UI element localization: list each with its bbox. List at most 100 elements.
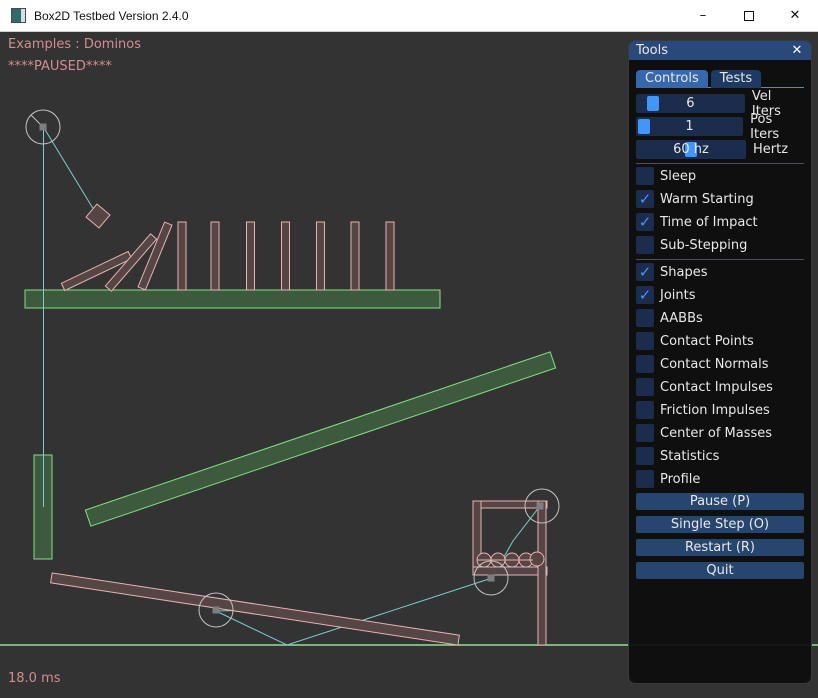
checkbox-contact-impulses[interactable]: ✓ Contact Impulses xyxy=(636,378,804,396)
tools-panel-title: Tools xyxy=(636,42,789,60)
pos-iters-slider: 1 Pos Iters xyxy=(636,117,804,136)
domino-6[interactable] xyxy=(351,222,359,290)
domino-1[interactable] xyxy=(178,222,186,290)
checkbox-label: Time of Impact xyxy=(660,215,758,230)
checkbox-label: Contact Impulses xyxy=(660,380,773,395)
anchor-lower xyxy=(488,575,495,582)
checkbox-label: Joints xyxy=(660,288,696,303)
frame-shelf[interactable] xyxy=(473,567,547,575)
checkbox-label: Shapes xyxy=(660,265,707,280)
slider-value: 6 xyxy=(636,94,745,113)
example-label: Examples : Dominos xyxy=(8,37,141,52)
slider-value: 60 hz xyxy=(636,140,746,159)
tab-controls[interactable]: Controls xyxy=(636,70,708,88)
restart-button[interactable]: Restart (R) xyxy=(636,539,804,556)
tools-panel-titlebar[interactable]: Tools ✕ xyxy=(629,41,811,60)
checkbox-label: Sub-Stepping xyxy=(660,238,747,253)
ball-5[interactable] xyxy=(530,552,544,566)
checkbox-label: Friction Impulses xyxy=(660,403,770,418)
anchor-plank xyxy=(213,607,220,614)
separator xyxy=(636,259,804,260)
checkbox[interactable]: ✓ xyxy=(636,190,654,208)
tools-panel-close-icon[interactable]: ✕ xyxy=(789,43,805,59)
sliders-section: 6 Vel Iters 1 Pos Iters 60 hz Hertz xyxy=(636,94,804,159)
static-ramp[interactable] xyxy=(85,352,555,526)
tools-panel-content: Controls Tests 6 Vel Iters 1 Pos Iters 6… xyxy=(629,70,811,579)
slider-value: 1 xyxy=(636,117,743,136)
static-platform[interactable] xyxy=(25,290,440,308)
anchor-pendulum xyxy=(40,124,47,131)
frame-time-label: 18.0 ms xyxy=(8,671,61,686)
checkbox-sleep[interactable]: ✓ Sleep xyxy=(636,167,804,185)
checkbox-statistics[interactable]: ✓ Statistics xyxy=(636,447,804,465)
quit-button[interactable]: Quit xyxy=(636,562,804,579)
separator xyxy=(636,163,804,164)
checkbox[interactable]: ✓ xyxy=(636,213,654,231)
checkbox[interactable]: ✓ xyxy=(636,332,654,350)
check-icon: ✓ xyxy=(639,190,652,208)
checkbox-aabbs[interactable]: ✓ AABBs xyxy=(636,309,804,327)
frame-top-bar[interactable] xyxy=(473,501,547,508)
checkbox[interactable]: ✓ xyxy=(636,470,654,488)
checkbox[interactable]: ✓ xyxy=(636,355,654,373)
window-controls: – ✕ xyxy=(680,0,818,32)
vel-iters-slider: 6 Vel Iters xyxy=(636,94,804,113)
checkbox-shapes[interactable]: ✓ Shapes xyxy=(636,263,804,281)
checkbox[interactable]: ✓ xyxy=(636,236,654,254)
paused-label: ****PAUSED**** xyxy=(8,59,112,74)
checkbox[interactable]: ✓ xyxy=(636,447,654,465)
check-icon: ✓ xyxy=(639,263,652,281)
checkbox[interactable]: ✓ xyxy=(636,263,654,281)
checkbox-label: AABBs xyxy=(660,311,703,326)
checkbox[interactable]: ✓ xyxy=(636,378,654,396)
checkbox-label: Profile xyxy=(660,472,700,487)
single-step-button[interactable]: Single Step (O) xyxy=(636,516,804,533)
checkbox-label: Center of Masses xyxy=(660,426,772,441)
fallen-domino-3[interactable] xyxy=(138,222,172,290)
checkbox-contact-points[interactable]: ✓ Contact Points xyxy=(636,332,804,350)
tabbar: Controls Tests xyxy=(636,70,804,88)
buttons-section: Pause (P) Single Step (O) Restart (R) Qu… xyxy=(636,493,804,579)
slider-label: Hertz xyxy=(753,142,788,157)
slider-track[interactable]: 1 xyxy=(636,117,743,136)
tab-tests[interactable]: Tests xyxy=(711,70,761,88)
app-icon xyxy=(11,8,26,23)
checkbox[interactable]: ✓ xyxy=(636,309,654,327)
checkbox-warm-starting[interactable]: ✓ Warm Starting xyxy=(636,190,804,208)
checkbox-label: Sleep xyxy=(660,169,696,184)
checkbox-center-of-masses[interactable]: ✓ Center of Masses xyxy=(636,424,804,442)
maximize-button[interactable] xyxy=(726,0,772,32)
slider-track[interactable]: 6 xyxy=(636,94,745,113)
close-button[interactable]: ✕ xyxy=(772,0,818,32)
domino-2[interactable] xyxy=(211,222,219,290)
sim-options-section: ✓ Sleep ✓ Warm Starting ✓ Time of Impact… xyxy=(636,167,804,254)
domino-4[interactable] xyxy=(282,222,290,290)
checkbox-label: Statistics xyxy=(660,449,719,464)
domino-3[interactable] xyxy=(247,222,255,290)
checkbox-time-of-impact[interactable]: ✓ Time of Impact xyxy=(636,213,804,231)
minimize-button[interactable]: – xyxy=(680,0,726,32)
checkbox-contact-normals[interactable]: ✓ Contact Normals xyxy=(636,355,804,373)
slider-track[interactable]: 60 hz xyxy=(636,140,746,159)
checkbox-sub-stepping[interactable]: ✓ Sub-Stepping xyxy=(636,236,804,254)
domino-5[interactable] xyxy=(317,222,325,290)
anchor-frame xyxy=(537,503,544,510)
checkbox-profile[interactable]: ✓ Profile xyxy=(636,470,804,488)
checkbox-joints[interactable]: ✓ Joints xyxy=(636,286,804,304)
checkbox-friction-impulses[interactable]: ✓ Friction Impulses xyxy=(636,401,804,419)
checkbox[interactable]: ✓ xyxy=(636,424,654,442)
checkbox[interactable]: ✓ xyxy=(636,401,654,419)
maximize-icon xyxy=(744,11,754,21)
checkbox[interactable]: ✓ xyxy=(636,167,654,185)
pendulum-box[interactable] xyxy=(86,204,110,228)
pause-button[interactable]: Pause (P) xyxy=(636,493,804,510)
checkbox-label: Contact Points xyxy=(660,334,754,349)
slider-label: Pos Iters xyxy=(750,112,804,142)
window-titlebar: Box2D Testbed Version 2.4.0 – ✕ xyxy=(0,0,818,32)
checkbox[interactable]: ✓ xyxy=(636,286,654,304)
check-icon: ✓ xyxy=(639,286,652,304)
checkbox-label: Contact Normals xyxy=(660,357,769,372)
checkbox-label: Warm Starting xyxy=(660,192,754,207)
tools-panel: Tools ✕ Controls Tests 6 Vel Iters 1 Pos… xyxy=(628,40,812,684)
domino-7[interactable] xyxy=(386,222,394,290)
